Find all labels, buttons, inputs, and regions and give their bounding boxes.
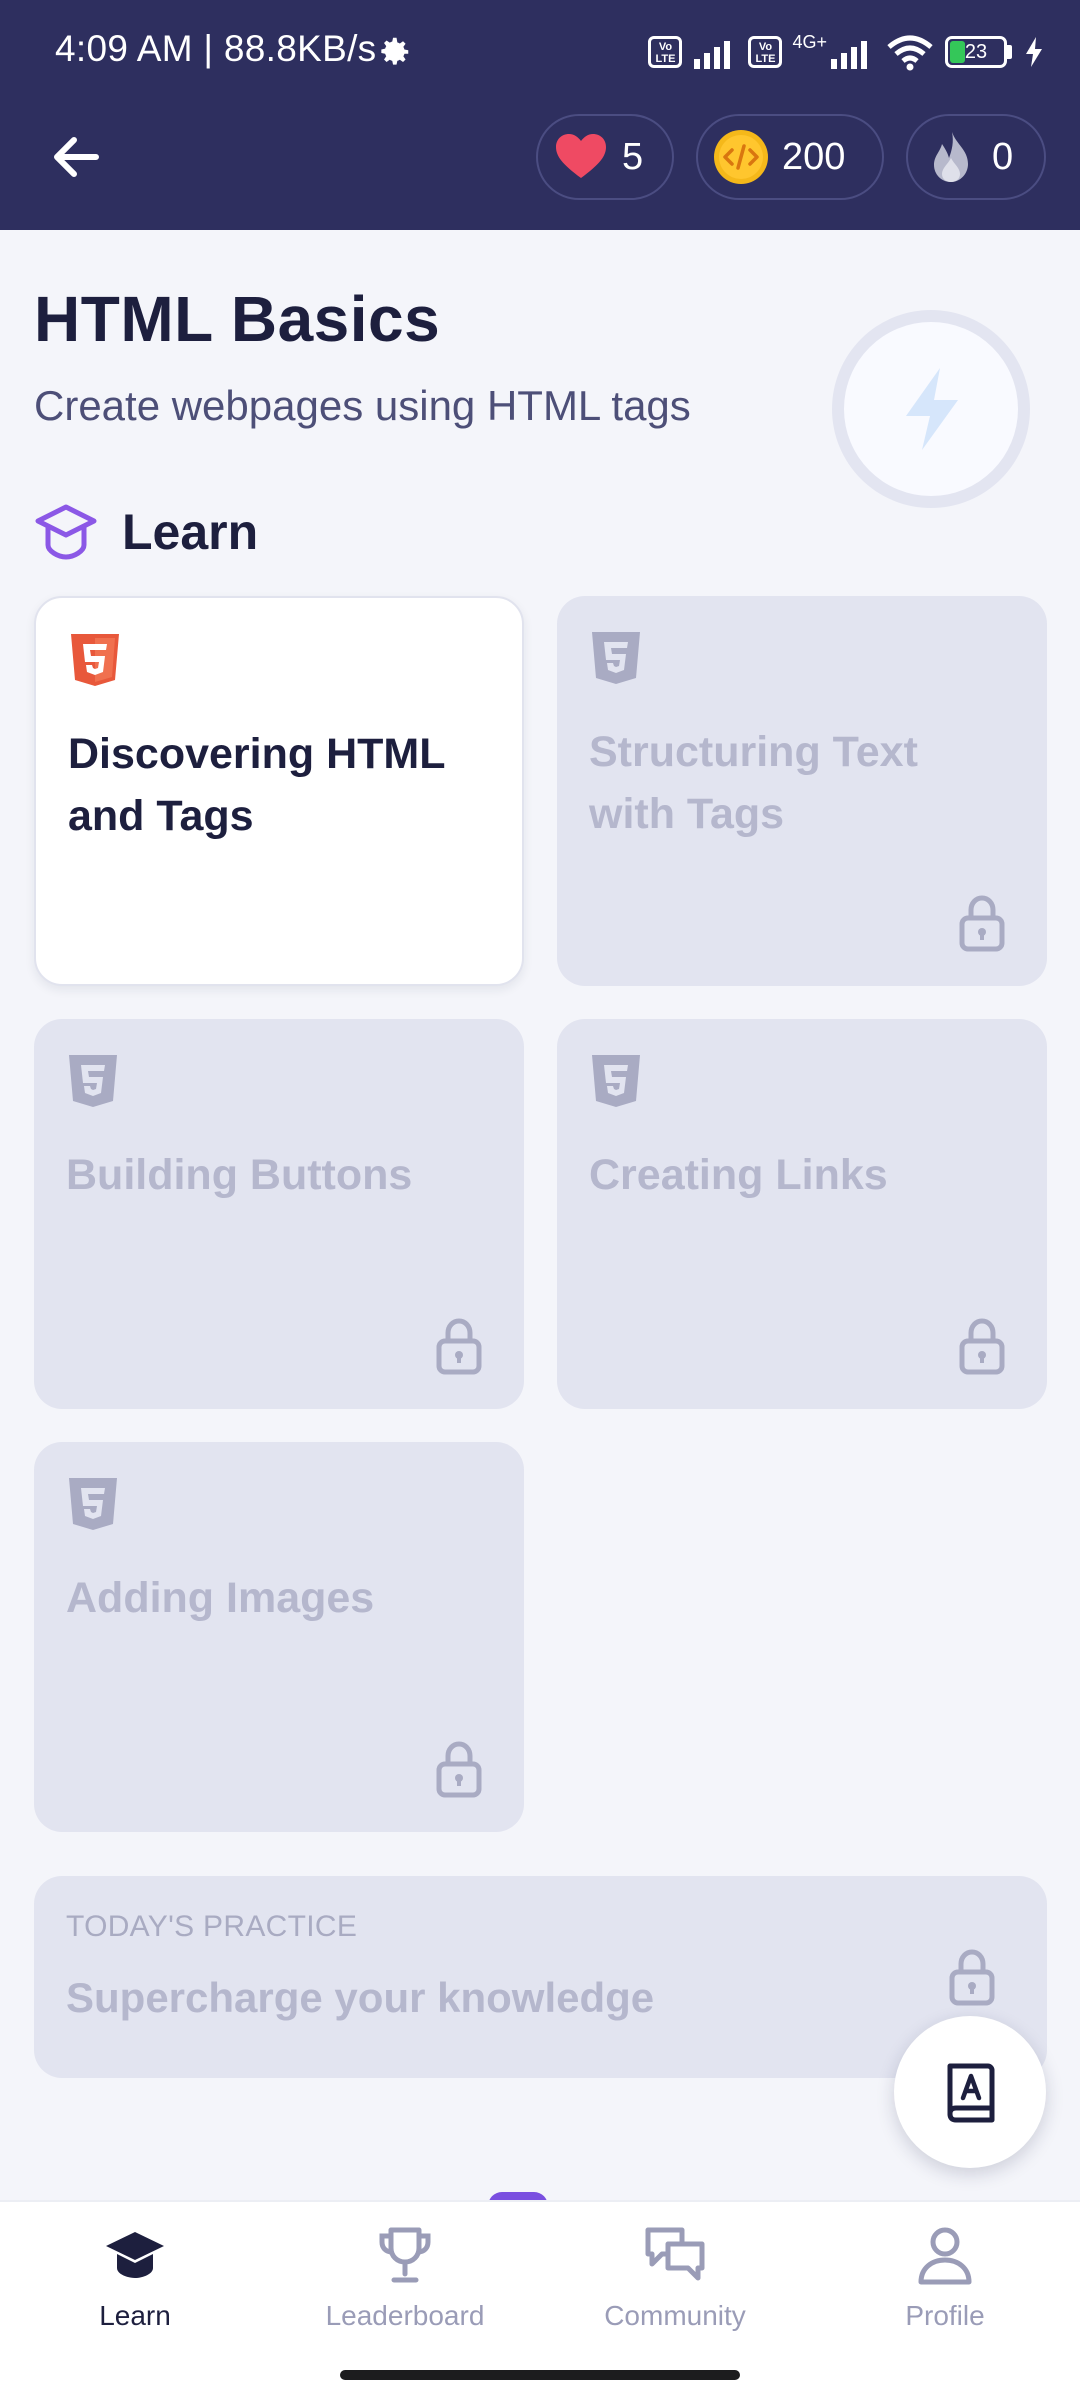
html5-icon (69, 1055, 117, 1107)
trophy-icon (379, 2227, 431, 2283)
html5-icon (71, 634, 119, 686)
glossary-fab-button[interactable] (894, 2016, 1046, 2168)
graduation-cap-icon (106, 2232, 164, 2278)
nav-label: Profile (905, 2300, 985, 2331)
code-coin-icon (714, 130, 768, 184)
lock-icon (436, 1741, 482, 1798)
person-icon (918, 2227, 972, 2285)
network-type: 4G+ (792, 31, 827, 52)
learn-section-label: Learn (122, 504, 259, 560)
lesson-card-adding-images[interactable]: Adding Images (34, 1442, 524, 1832)
settings-gear-icon (381, 37, 409, 65)
battery-indicator: 23 (945, 36, 1007, 68)
lesson-title: Structuring Text with Tags (589, 728, 918, 838)
graduation-cap-icon (35, 504, 97, 560)
nav-label: Community (604, 2300, 746, 2331)
flame-icon (934, 132, 968, 182)
hearts-count: 5 (622, 135, 644, 178)
volte-badge-2: Vo LTE (748, 36, 783, 68)
lesson-title: Creating Links (589, 1151, 888, 1199)
html5-icon (592, 632, 640, 684)
lock-icon (959, 1318, 1005, 1375)
nav-item-leaderboard[interactable]: Leaderboard (270, 2224, 540, 2344)
lesson-card-building-buttons[interactable]: Building Buttons (34, 1019, 524, 1409)
glossary-book-icon (947, 2063, 995, 2123)
nav-item-profile[interactable]: Profile (810, 2224, 1080, 2344)
status-time: 4:09 AM | 88.8KB/s (55, 28, 377, 69)
streak-count: 0 (992, 135, 1014, 178)
html5-icon (592, 1055, 640, 1107)
status-bar: 4:09 AM | 88.8KB/s Vo LTE Vo LTE 4G+ 23 (0, 0, 1080, 105)
volte-badge: Vo LTE (648, 36, 683, 68)
nav-item-learn[interactable]: Learn (0, 2224, 270, 2344)
course-subtitle: Create webpages using HTML tags (34, 382, 691, 429)
nav-label: Learn (99, 2300, 171, 2331)
lesson-title: Discovering HTML and Tags (68, 730, 445, 840)
streak-counter[interactable]: 0 (906, 114, 1046, 200)
nav-label: Leaderboard (325, 2300, 485, 2331)
learn-section-heading: Learn (34, 500, 258, 564)
signal-strength-icon-2 (831, 41, 867, 69)
charging-bolt-icon (1026, 37, 1042, 67)
home-indicator[interactable] (340, 2370, 740, 2380)
lesson-card-discovering-html[interactable]: Discovering HTML and Tags (34, 596, 524, 986)
course-progress-badge (832, 310, 1030, 508)
lesson-card-creating-links[interactable]: Creating Links (557, 1019, 1047, 1409)
lesson-title: Adding Images (66, 1574, 375, 1622)
heart-icon (556, 134, 606, 178)
signal-strength-icon (694, 41, 731, 69)
wifi-icon (887, 35, 933, 71)
coins-count: 200 (782, 135, 846, 178)
lock-icon (436, 1318, 482, 1375)
practice-title: Supercharge your knowledge (66, 1974, 655, 2021)
lock-icon (959, 895, 1005, 952)
hearts-counter[interactable]: 5 (536, 114, 674, 200)
html5-icon (69, 1478, 117, 1530)
lightning-bolt-icon (906, 368, 958, 450)
course-title: HTML Basics (34, 283, 441, 355)
lock-icon (949, 1949, 995, 2006)
lesson-title: Building Buttons (66, 1151, 413, 1199)
chat-bubbles-icon (645, 2227, 705, 2281)
todays-practice-card[interactable]: TODAY'S PRACTICE Supercharge your knowle… (34, 1876, 1047, 2078)
nav-item-community[interactable]: Community (540, 2224, 810, 2344)
practice-kicker: TODAY'S PRACTICE (66, 1910, 358, 1943)
lesson-card-structuring-text[interactable]: Structuring Text with Tags (557, 596, 1047, 986)
coins-counter[interactable]: 200 (696, 114, 884, 200)
app-header: 4:09 AM | 88.8KB/s Vo LTE Vo LTE 4G+ 23 … (0, 0, 1080, 230)
back-arrow-icon[interactable] (44, 125, 108, 189)
status-icons: Vo LTE Vo LTE 4G+ 23 (648, 30, 1046, 74)
